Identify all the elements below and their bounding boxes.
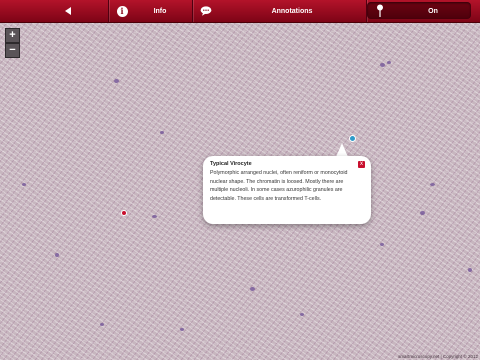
pin-button[interactable]: [367, 0, 393, 22]
stained-cell: [380, 243, 384, 246]
stained-cell: [420, 211, 425, 215]
stained-cell: [114, 79, 119, 83]
stained-cell: [180, 328, 184, 331]
info-button[interactable]: Info: [136, 0, 184, 22]
annotation-text: Polymorphic arranged nuclei, often renif…: [210, 170, 348, 202]
pin-icon: [377, 4, 383, 17]
top-toolbar: i Info Annotations On: [0, 0, 480, 23]
close-icon[interactable]: x: [358, 161, 365, 168]
annotation-marker[interactable]: [121, 210, 127, 216]
zoom-in-button[interactable]: +: [5, 28, 20, 43]
toggle-label: On: [428, 7, 438, 15]
info-icon: i: [116, 5, 128, 17]
stained-cell: [430, 183, 435, 186]
back-arrow-icon: [65, 7, 71, 15]
toggle-on-button[interactable]: On: [395, 0, 471, 22]
stained-cell: [100, 323, 104, 326]
selected-annotation-marker[interactable]: [349, 135, 356, 142]
stained-cell: [380, 63, 385, 67]
annotations-icon-button[interactable]: [194, 0, 218, 22]
popup-pointer: [336, 143, 348, 157]
copyright-text: smartmicroscopy.net | Copyright © 2012: [398, 354, 478, 359]
stained-cell: [300, 313, 304, 316]
annotation-title: Typical Virocyte: [210, 161, 252, 167]
annotation-popup: Typical Virocyte Polymorphic arranged nu…: [203, 156, 371, 224]
toolbar-divider: [192, 0, 193, 22]
stained-cell: [468, 268, 472, 272]
info-icon-button[interactable]: i: [109, 0, 135, 22]
stained-cell: [55, 253, 59, 257]
annotations-label: Annotations: [271, 7, 313, 15]
stained-cell: [160, 131, 164, 134]
stained-cell: [250, 287, 255, 291]
speech-bubble-icon: [200, 6, 212, 16]
stained-cell: [152, 215, 157, 218]
annotations-button[interactable]: Annotations: [218, 0, 366, 22]
info-label: Info: [153, 7, 167, 15]
zoom-out-button[interactable]: −: [5, 43, 20, 58]
stained-cell: [22, 183, 26, 186]
stained-cell: [387, 61, 391, 64]
